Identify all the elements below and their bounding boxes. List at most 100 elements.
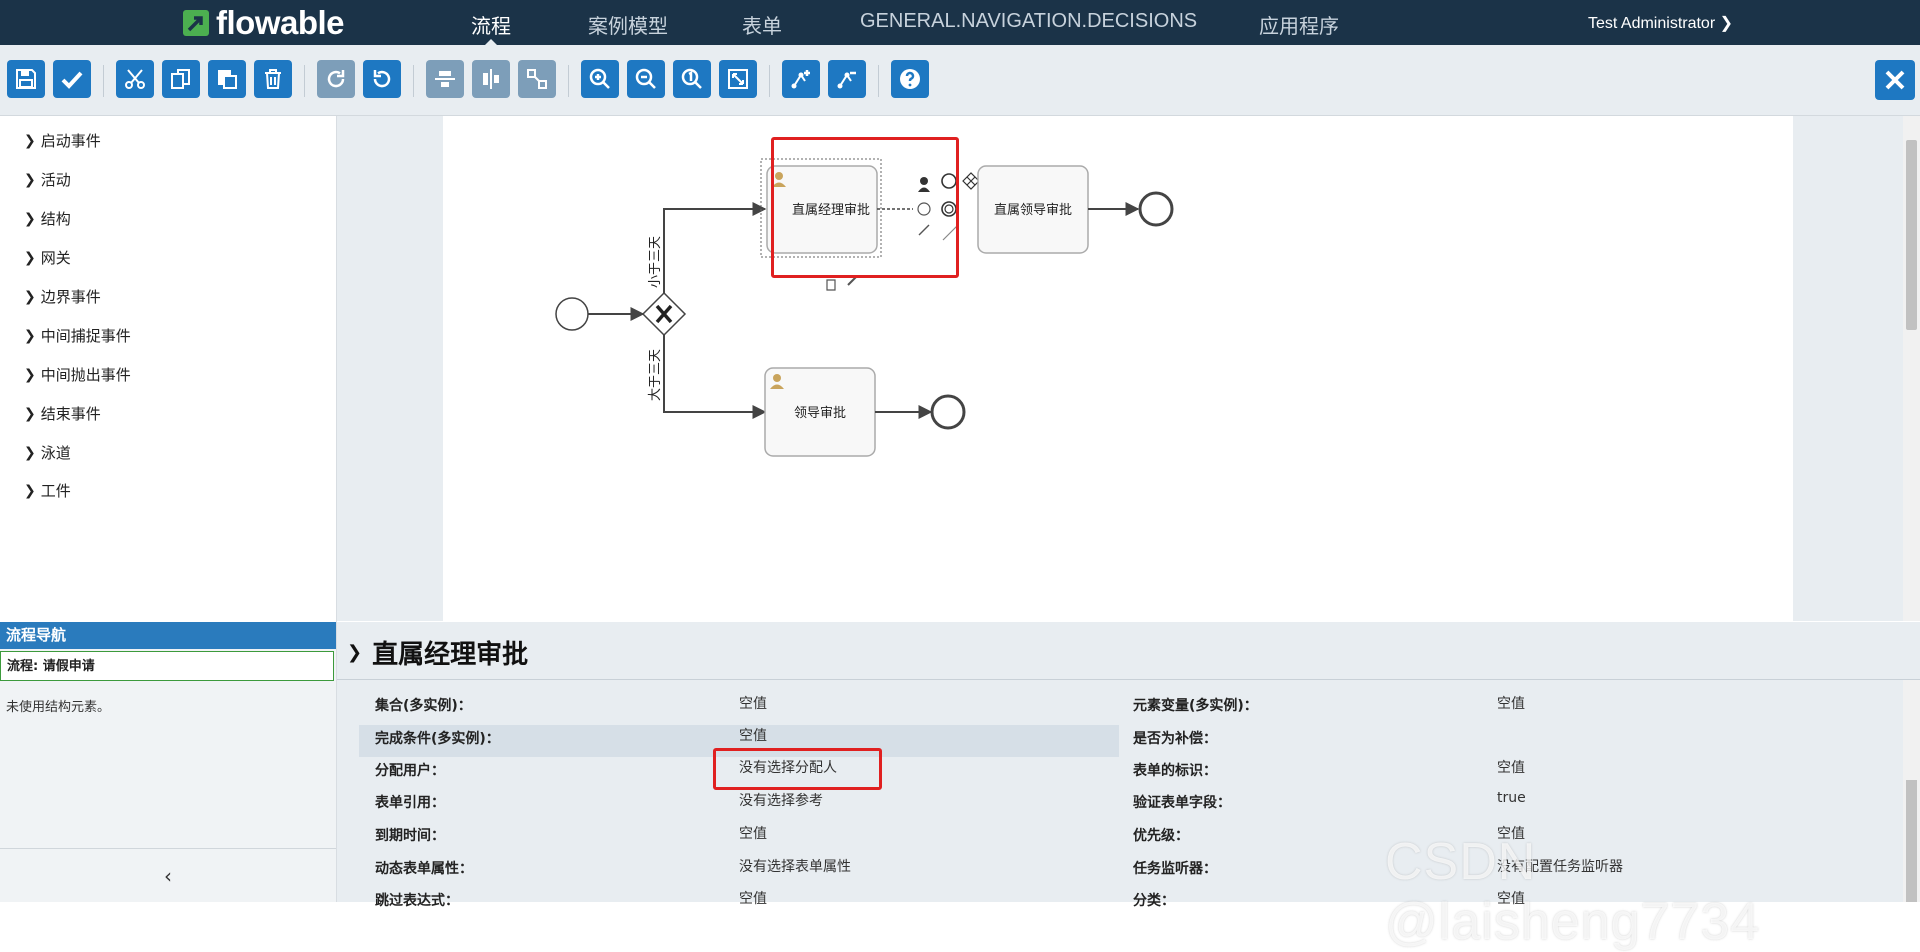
paste-button[interactable] [208, 60, 246, 98]
same-size-icon [527, 69, 547, 89]
prop-label-collection: 集合(多实例)： [375, 698, 472, 714]
collapse-panel-button[interactable]: ‹ [0, 848, 336, 903]
save-button[interactable] [7, 60, 45, 98]
palette-group-label: 泳道 [40, 444, 71, 462]
palette-group-label: 活动 [40, 171, 71, 189]
delete-button[interactable] [254, 60, 292, 98]
prop-value-skip-expression[interactable]: 空值 [739, 888, 767, 908]
annotation-highlight-task [771, 137, 959, 278]
toolbar-separator [878, 65, 879, 97]
divider [337, 679, 1920, 680]
help-button[interactable] [891, 60, 929, 98]
remove-bendpoint-button[interactable] [828, 60, 866, 98]
flowable-logo[interactable]: flowable [182, 4, 345, 41]
palette-group-activities[interactable]: ❯ 活动 [24, 169, 71, 190]
prop-value-due-date[interactable]: 空值 [739, 823, 767, 843]
chevron-right-icon: ❯ [24, 171, 36, 188]
end-event-bottom[interactable] [930, 394, 966, 430]
align-horizontal-button[interactable] [472, 60, 510, 98]
prop-value-validate-form[interactable]: true [1497, 790, 1526, 806]
chevron-right-icon: ❯ [24, 327, 36, 344]
chevron-right-icon: ❯ [24, 444, 36, 461]
end-event-top[interactable] [1138, 191, 1174, 227]
palette-group-artifacts[interactable]: ❯ 工件 [24, 480, 71, 501]
nav-decisions[interactable]: GENERAL.NAVIGATION.DECISIONS [860, 10, 1197, 33]
nav-case-model[interactable]: 案例模型 [588, 10, 668, 39]
flowable-logo-icon [183, 10, 209, 36]
undo-button[interactable] [363, 60, 401, 98]
palette-group-swimlanes[interactable]: ❯ 泳道 [24, 442, 71, 463]
palette-group-start-events[interactable]: ❯ 启动事件 [24, 130, 101, 151]
copy-button[interactable] [162, 60, 200, 98]
prop-label-category: 分类： [1133, 893, 1175, 909]
navigator-title: 流程导航 [0, 622, 336, 649]
prop-value-collection[interactable]: 空值 [739, 693, 767, 713]
start-event[interactable] [555, 297, 589, 331]
palette-group-label: 结束事件 [40, 405, 101, 423]
toolbar-separator [568, 65, 569, 97]
zoom-out-button[interactable] [627, 60, 665, 98]
prop-value-completion-condition[interactable]: 空值 [739, 725, 767, 745]
sequence-flow-more-than-three[interactable] [663, 335, 767, 419]
flow-label-more: 大于三天 [648, 349, 663, 401]
palette-group-catching-events[interactable]: ❯ 中间捕捉事件 [24, 325, 131, 346]
zoom-fit-icon [728, 69, 748, 89]
palette-group-label: 网关 [40, 249, 71, 267]
close-editor-button[interactable] [1875, 60, 1915, 100]
bpmn-canvas[interactable]: 小于三天 大于三天 直属经理审批 直属领导审批 领导审批 [443, 116, 1793, 621]
prop-label-is-compensation: 是否为补偿： [1133, 731, 1217, 747]
canvas-scrollbar[interactable] [1903, 116, 1920, 621]
prop-label-priority: 优先级： [1133, 828, 1189, 844]
toolbar-separator [769, 65, 770, 97]
bpmn-diagram: 小于三天 大于三天 直属经理审批 直属领导审批 领导审批 [555, 158, 1174, 457]
nav-apps[interactable]: 应用程序 [1259, 10, 1339, 39]
zoom-fit-button[interactable] [719, 60, 757, 98]
top-navigation-bar: flowable 流程 案例模型 表单 GENERAL.NAVIGATION.D… [0, 0, 1920, 45]
navigator-process-item[interactable]: 流程: 请假申请 [0, 651, 334, 681]
prop-value-element-variable[interactable]: 空值 [1497, 693, 1525, 713]
properties-header[interactable]: ❯ 直属经理审批 [347, 634, 528, 671]
palette-group-structural[interactable]: ❯ 结构 [24, 208, 71, 229]
palette-group-throwing-events[interactable]: ❯ 中间抛出事件 [24, 364, 131, 385]
zoom-actual-button[interactable] [673, 60, 711, 98]
nav-process[interactable]: 流程 [471, 10, 511, 39]
prop-label-validate-form: 验证表单字段： [1133, 795, 1231, 811]
cut-button[interactable] [116, 60, 154, 98]
save-icon [16, 69, 36, 89]
prop-label-element-variable: 元素变量(多实例)： [1133, 698, 1258, 714]
zoom-in-button[interactable] [581, 60, 619, 98]
redo-button[interactable] [317, 60, 355, 98]
exclusive-gateway[interactable] [641, 291, 687, 337]
palette-group-label: 边界事件 [40, 288, 101, 306]
chevron-right-icon: ❯ [24, 366, 36, 383]
prop-label-form-reference: 表单引用： [375, 795, 445, 811]
prop-label-due-date: 到期时间： [375, 828, 445, 844]
palette-group-gateways[interactable]: ❯ 网关 [24, 247, 71, 268]
same-size-button[interactable] [518, 60, 556, 98]
sequence-flow-less-than-three[interactable] [663, 202, 767, 293]
validate-icon [61, 71, 83, 89]
prop-label-task-listeners: 任务监听器： [1133, 861, 1217, 877]
align-vertical-button[interactable] [426, 60, 464, 98]
prop-value-form-key[interactable]: 空值 [1497, 757, 1525, 777]
bendpoint-remove-icon [837, 71, 856, 89]
prop-value-form-reference[interactable]: 没有选择参考 [739, 790, 823, 810]
user-menu[interactable]: Test Administrator ❯ [1588, 13, 1733, 33]
palette-group-end-events[interactable]: ❯ 结束事件 [24, 403, 101, 424]
chevron-left-icon: ‹ [164, 864, 172, 888]
prop-label-skip-expression: 跳过表达式： [375, 893, 459, 909]
palette-group-label: 中间抛出事件 [40, 366, 131, 384]
zoom-in-icon [589, 68, 610, 89]
annotation-highlight-assignee [713, 748, 882, 790]
add-bendpoint-button[interactable] [782, 60, 820, 98]
chevron-right-icon: ❯ [24, 249, 36, 266]
validate-button[interactable] [53, 60, 91, 98]
scrollbar-thumb[interactable] [1906, 140, 1917, 330]
prop-value-form-properties[interactable]: 没有选择表单属性 [739, 856, 851, 876]
redo-icon [327, 70, 345, 88]
palette-group-boundary-events[interactable]: ❯ 边界事件 [24, 286, 101, 307]
watermark: CSDN @laisheng7734 [1385, 833, 1761, 951]
toolbar-separator [304, 65, 305, 97]
flow-label-less: 小于三天 [648, 236, 663, 288]
nav-forms[interactable]: 表单 [742, 10, 782, 39]
